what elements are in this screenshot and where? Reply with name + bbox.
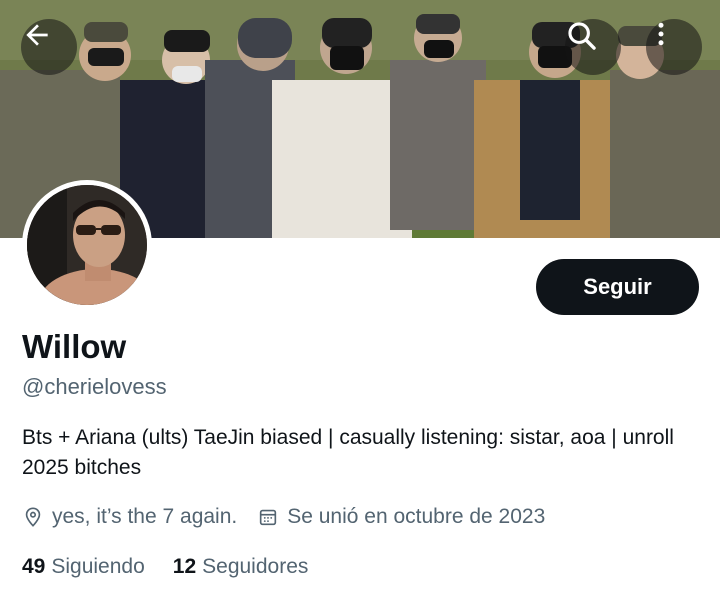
more-options-button[interactable]	[646, 19, 702, 75]
followers-label: Seguidores	[202, 555, 309, 578]
calendar-icon	[260, 509, 277, 526]
profile-avatar[interactable]	[22, 180, 152, 310]
followers-count: 12	[172, 555, 197, 578]
follow-button[interactable]: Seguir	[536, 259, 699, 315]
location-text: yes, it’s the 7 again.	[52, 505, 238, 528]
profile-handle: @cherielovess	[22, 374, 167, 399]
profile-bio: Bts + Ariana (ults) TaeJin biased | casu…	[22, 426, 674, 479]
back-button[interactable]	[21, 19, 77, 75]
arrow-left-icon	[26, 24, 48, 46]
avatar-image	[27, 185, 147, 305]
profile-meta: yes, it’s the 7 again. Se unió en octubr…	[22, 502, 565, 532]
followers-link[interactable]: 12 Seguidores	[173, 555, 309, 579]
location-item: yes, it’s the 7 again.	[22, 505, 237, 529]
following-count: 49	[22, 555, 46, 578]
joined-text: Se unió en octubre de 2023	[287, 505, 546, 528]
profile-stats: 49 Siguiendo 12 Seguidores	[22, 552, 336, 582]
search-button[interactable]	[565, 19, 621, 75]
profile-name: Willow	[22, 328, 127, 365]
search-icon	[568, 22, 596, 50]
joined-item: Se unió en octubre de 2023	[257, 505, 545, 529]
more-vertical-icon	[658, 22, 664, 46]
location-pin-icon	[25, 507, 41, 527]
following-label: Siguiendo	[51, 555, 145, 578]
following-link[interactable]: 49 Siguiendo	[22, 555, 145, 579]
